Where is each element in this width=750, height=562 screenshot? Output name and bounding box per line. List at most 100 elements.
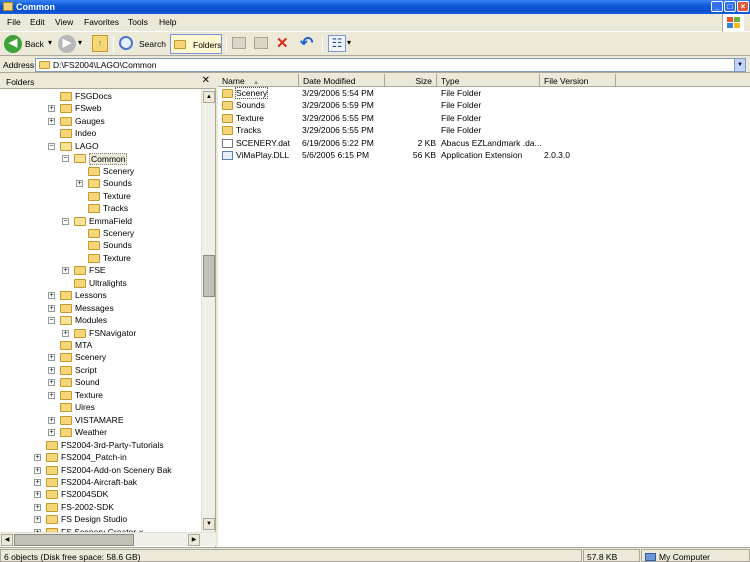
file-row[interactable]: Scenery 3/29/2006 5:54 PM File Folder (218, 87, 750, 100)
tree-item[interactable]: MTA (0, 340, 200, 352)
tree-item[interactable]: − LAGO (0, 141, 200, 153)
back-button[interactable]: Back (25, 39, 44, 49)
expand-icon[interactable]: + (48, 416, 55, 424)
expand-icon[interactable]: + (48, 379, 55, 387)
tree-item[interactable]: Tracks (0, 203, 200, 215)
expand-icon[interactable]: + (34, 478, 41, 486)
tree-item[interactable]: + Sound (0, 377, 200, 389)
tree-item[interactable]: + Sounds (0, 178, 200, 190)
expand-icon[interactable]: + (48, 354, 55, 362)
tree-item[interactable]: + FS2004_Patch-in (0, 452, 200, 464)
tree-item[interactable]: FS2004-3rd-Party-Tutorials (0, 440, 200, 452)
expand-icon[interactable]: + (34, 466, 41, 474)
move-to-icon[interactable] (232, 37, 246, 49)
file-row[interactable]: ViMaPlay.DLL 5/6/2005 6:15 PM 56 KB Applica… (218, 150, 750, 162)
minimize-button[interactable]: _ (711, 1, 723, 12)
delete-icon[interactable]: ✕ (276, 34, 289, 52)
tree-horizontal-scrollbar[interactable]: ◀ ▶ (0, 532, 216, 546)
menu-view[interactable]: View (55, 17, 73, 27)
tree-item[interactable]: + Texture (0, 390, 200, 402)
menu-tools[interactable]: Tools (128, 17, 148, 27)
expand-icon[interactable]: + (48, 292, 55, 300)
file-row[interactable]: Sounds 3/29/2006 5:59 PM File Folder (218, 100, 750, 112)
maximize-button[interactable]: □ (724, 1, 736, 12)
address-input[interactable]: D:\FS2004\LAGO\Common ▼ (35, 58, 746, 72)
menu-favorites[interactable]: Favorites (84, 17, 119, 27)
tree-item[interactable]: Indeo (0, 128, 200, 140)
close-icon[interactable]: ✕ (202, 75, 210, 86)
collapse-icon[interactable]: − (48, 142, 55, 150)
expand-icon[interactable]: + (76, 180, 83, 188)
expand-icon[interactable]: + (48, 429, 55, 437)
tree-item[interactable]: + FS2004SDK (0, 489, 200, 501)
tree-item[interactable]: Scenery (0, 228, 200, 240)
expand-icon[interactable]: + (34, 503, 41, 511)
search-button[interactable]: Search (139, 39, 166, 49)
expand-icon[interactable]: + (34, 491, 41, 499)
close-button[interactable]: × (737, 1, 749, 12)
menu-help[interactable]: Help (159, 17, 176, 27)
tree-item[interactable]: + Gauges (0, 116, 200, 128)
expand-icon[interactable]: + (48, 391, 55, 399)
column-file-version[interactable]: File Version (540, 74, 616, 87)
forward-arrow-icon[interactable]: ▶ (58, 35, 76, 53)
tree-item[interactable]: Uires (0, 402, 200, 414)
tree-item[interactable]: − Common (0, 153, 200, 166)
tree-item[interactable]: − EmmaField (0, 216, 200, 228)
expand-icon[interactable]: + (48, 105, 55, 113)
collapse-icon[interactable]: − (62, 155, 69, 163)
up-folder-icon[interactable]: ↑ (92, 35, 108, 52)
file-row[interactable]: Texture 3/29/2006 5:55 PM File Folder (218, 113, 750, 125)
collapse-icon[interactable]: − (48, 317, 55, 325)
tree-item[interactable]: Texture (0, 191, 200, 203)
tree-item[interactable]: + FS2004-Add-on Scenery Bak (0, 465, 200, 477)
expand-icon[interactable]: + (34, 454, 41, 462)
column-date-modified[interactable]: Date Modified (299, 74, 385, 87)
views-dropdown-icon[interactable]: ▾ (347, 38, 351, 47)
expand-icon[interactable]: + (34, 516, 41, 524)
copy-to-icon[interactable] (254, 37, 268, 49)
column-name[interactable]: Name ▲ (218, 74, 299, 87)
forward-dropdown-icon[interactable]: ▾ (78, 38, 82, 47)
search-icon[interactable] (119, 36, 133, 50)
tree-item[interactable]: FSGDocs (0, 91, 200, 103)
tree-item[interactable]: + FS Design Studio (0, 514, 200, 526)
undo-icon[interactable]: ↶ (300, 33, 313, 53)
menu-edit[interactable]: Edit (30, 17, 45, 27)
expand-icon[interactable]: + (48, 117, 55, 125)
folders-button[interactable]: Folders (170, 34, 222, 54)
address-dropdown-icon[interactable]: ▼ (734, 59, 745, 71)
tree-item[interactable]: Scenery (0, 166, 200, 178)
tree-item[interactable]: Sounds (0, 240, 200, 252)
tree-item[interactable]: + Script (0, 365, 200, 377)
tree-item[interactable]: Ultralights (0, 278, 200, 290)
tree-item[interactable]: + FSNavigator (0, 328, 200, 340)
tree-item[interactable]: + Weather (0, 427, 200, 439)
scroll-down-icon[interactable]: ▼ (203, 518, 215, 530)
tree-item[interactable]: + Messages (0, 303, 200, 315)
scroll-up-icon[interactable]: ▲ (203, 91, 215, 103)
expand-icon[interactable]: + (48, 366, 55, 374)
tree-item[interactable]: + FSE (0, 265, 200, 277)
file-row[interactable]: Tracks 3/29/2006 5:55 PM File Folder (218, 125, 750, 137)
tree-item[interactable]: − Modules (0, 315, 200, 327)
menu-file[interactable]: File (7, 17, 21, 27)
tree-item[interactable]: Texture (0, 253, 200, 265)
views-icon[interactable]: ☷ (328, 35, 346, 52)
tree-item[interactable]: + FS2004-Aircraft-bak (0, 477, 200, 489)
scroll-thumb[interactable] (203, 255, 215, 297)
tree-item[interactable]: + FSweb (0, 103, 200, 115)
expand-icon[interactable]: + (48, 304, 55, 312)
column-type[interactable]: Type (437, 74, 540, 87)
expand-icon[interactable]: + (62, 329, 69, 337)
tree-item[interactable]: + Scenery (0, 352, 200, 364)
tree-vertical-scrollbar[interactable]: ▲ ▼ (201, 89, 215, 532)
back-dropdown-icon[interactable]: ▾ (48, 38, 52, 47)
scroll-thumb[interactable] (14, 534, 134, 546)
back-arrow-icon[interactable]: ◀ (4, 35, 22, 53)
collapse-icon[interactable]: − (62, 217, 69, 225)
tree-item[interactable]: + VISTAMARE (0, 415, 200, 427)
scroll-left-icon[interactable]: ◀ (1, 534, 13, 546)
tree-item[interactable]: + Lessons (0, 290, 200, 302)
column-size[interactable]: Size (385, 74, 437, 87)
